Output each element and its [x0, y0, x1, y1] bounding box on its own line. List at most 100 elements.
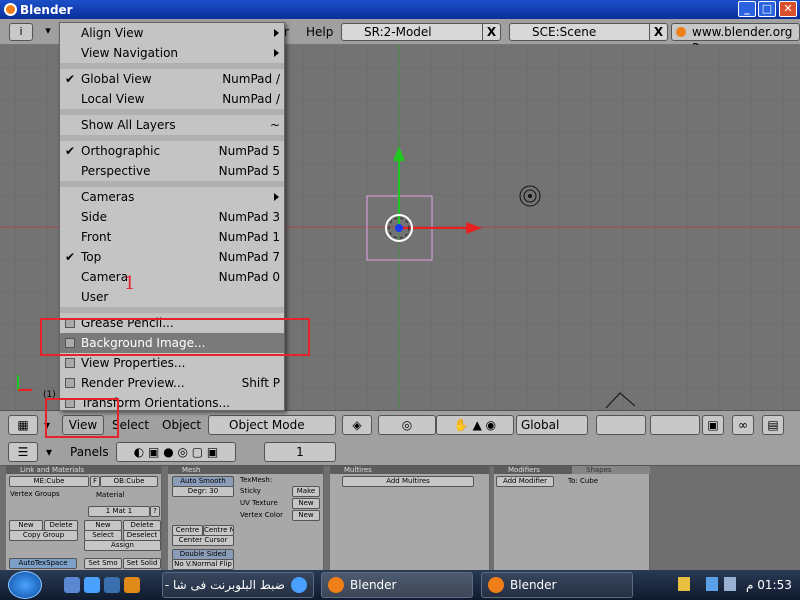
view-menu-item-global-view[interactable]: ✔ Global View NumPad /: [60, 69, 284, 89]
copy-group-button[interactable]: Copy Group: [9, 530, 78, 541]
editor-type-grid-icon[interactable]: ▦: [8, 415, 38, 435]
system-tray: 01:53 م: [660, 570, 800, 600]
draw-type-icon[interactable]: ◈: [342, 415, 372, 435]
view-menu-item-camera[interactable]: Camera NumPad 0: [60, 267, 284, 287]
texmesh-label: TexMesh:: [240, 476, 273, 484]
autotexspace-toggle[interactable]: AutoTexSpace: [9, 558, 77, 569]
object-origin: [395, 224, 403, 232]
taskbar-blender-task-1[interactable]: Blender: [321, 572, 473, 598]
menu-item-shortcut: NumPad 5: [218, 144, 280, 158]
mesh-name-field[interactable]: ME:Cube: [9, 476, 89, 487]
frame-number-field[interactable]: 1: [264, 442, 336, 462]
collapse-arrow-icon[interactable]: ▾: [46, 445, 52, 459]
delete-screen-icon[interactable]: X: [482, 24, 500, 40]
menu-item-shortcut: NumPad 7: [218, 250, 280, 264]
view-menu-item-render-preview[interactable]: Render Preview... Shift P: [60, 373, 284, 393]
checkbox-icon[interactable]: [65, 378, 75, 388]
volume-icon[interactable]: [724, 577, 736, 591]
center-cursor-button[interactable]: Center Cursor: [172, 535, 234, 546]
task-label: Blender: [510, 578, 557, 592]
minimize-button[interactable]: _: [738, 1, 756, 17]
material-help-button[interactable]: ?: [150, 506, 160, 517]
taskbar-blender-task-2[interactable]: Blender: [481, 572, 633, 598]
menu-help[interactable]: Help: [306, 25, 333, 39]
object-menu[interactable]: Object: [162, 418, 201, 432]
blender-url[interactable]: www.blender.org 2: [671, 23, 800, 55]
panels-menu[interactable]: Panels: [70, 445, 109, 459]
lock-icon[interactable]: ▣: [702, 415, 724, 435]
explorer-quicklaunch-icon[interactable]: [104, 577, 120, 593]
layer-buttons-2[interactable]: [650, 415, 700, 435]
sticky-make-button[interactable]: Make: [292, 486, 320, 497]
render-icon[interactable]: ▤: [762, 415, 784, 435]
uv-new-button[interactable]: New: [292, 498, 320, 509]
window-type-menu-icon[interactable]: i: [9, 23, 33, 41]
material-assign-button[interactable]: Assign: [84, 540, 161, 551]
scene-name: SCE:Scene: [532, 25, 597, 39]
add-modifier-button[interactable]: Add Modifier: [496, 476, 554, 487]
menu-item-label: Orthographic: [81, 144, 161, 158]
submenu-arrow-icon: [274, 29, 279, 37]
start-button[interactable]: [8, 571, 42, 599]
menu-item-label: Front: [81, 230, 112, 244]
view-menu-item-cameras[interactable]: Cameras: [60, 187, 284, 207]
set-smooth-button[interactable]: Set Smo: [84, 558, 122, 569]
blender-logo-icon: [4, 3, 17, 16]
view-menu-item-orthographic[interactable]: ✔ Orthographic NumPad 5: [60, 141, 284, 161]
clock[interactable]: 01:53 م: [746, 578, 792, 592]
view-menu-item-front[interactable]: Front NumPad 1: [60, 227, 284, 247]
link-icon[interactable]: ∞: [732, 415, 754, 435]
ie-quicklaunch-icon[interactable]: [84, 577, 100, 593]
view-menu-item-top[interactable]: ✔ Top NumPad 7: [60, 247, 284, 267]
view-menu-item-perspective[interactable]: Perspective NumPad 5: [60, 161, 284, 181]
menu-item-label: Local View: [81, 92, 145, 106]
layer-buttons-1[interactable]: [596, 415, 646, 435]
view-menu-item-align-view[interactable]: Align View: [60, 23, 284, 43]
checkbox-icon[interactable]: [65, 358, 75, 368]
taskbar-ie-task[interactable]: ضبط البلوبرنت فى شا - ...: [162, 572, 314, 598]
view-menu-item-user[interactable]: User: [60, 287, 284, 307]
scene-selector[interactable]: SCE:Scene X: [509, 23, 668, 41]
context-buttons[interactable]: ◐ ▣ ● ◎ ▢ ▣: [116, 442, 236, 462]
checkmark-icon: ✔: [65, 250, 76, 264]
vertex-color-new-button[interactable]: New: [292, 510, 320, 521]
set-solid-button[interactable]: Set Solid: [123, 558, 161, 569]
manipulator-buttons[interactable]: ✋ ▲ ◉: [436, 415, 514, 435]
collapse-menu-icon[interactable]: ▾: [40, 23, 56, 41]
view-menu-item-side[interactable]: Side NumPad 3: [60, 207, 284, 227]
view-menu-item-local-view[interactable]: Local View NumPad /: [60, 89, 284, 109]
delete-scene-icon[interactable]: X: [649, 24, 667, 40]
view-menu-item-show-all-layers[interactable]: Show All Layers ~: [60, 115, 284, 135]
buttons-window: ☰ ▾ Panels ◐ ▣ ● ◎ ▢ ▣ 1 Link and Materi…: [0, 438, 800, 570]
menu-item-label: Perspective: [81, 164, 151, 178]
pivot-point-icon[interactable]: ◎: [378, 415, 436, 435]
view-menu-item-view-navigation[interactable]: View Navigation: [60, 43, 284, 63]
3d-view-header: ▦ ▾ View Select Object Object Mode ◈ ◎ ✋…: [0, 410, 800, 438]
shapes-tab[interactable]: Shapes: [572, 466, 650, 474]
show-desktop-icon[interactable]: [64, 577, 80, 593]
media-player-icon[interactable]: [124, 577, 140, 593]
no-vnormal-flip-toggle[interactable]: No V.Normal Flip: [172, 559, 234, 570]
menu-item-label: Align View: [81, 26, 144, 40]
windows-taskbar: ضبط البلوبرنت فى شا - ... Blender Blende…: [0, 570, 800, 600]
highlight-box-view-menu: [45, 398, 119, 438]
maximize-button[interactable]: □: [758, 1, 776, 17]
material-slot[interactable]: 1 Mat 1: [88, 506, 150, 517]
close-button[interactable]: ✕: [779, 1, 797, 17]
network-icon[interactable]: [706, 577, 718, 591]
task-label: ضبط البلوبرنت فى شا - ...: [162, 578, 285, 592]
menu-item-label: Global View: [81, 72, 152, 86]
screen-selector[interactable]: SR:2-Model X: [341, 23, 501, 41]
add-multires-button[interactable]: Add Multires: [342, 476, 474, 487]
object-name-field[interactable]: OB:Cube: [100, 476, 158, 487]
degr-field[interactable]: Degr: 30: [172, 486, 234, 497]
window-title-bar: Blender _ □ ✕: [0, 0, 800, 19]
view-menu-item-view-properties[interactable]: View Properties...: [60, 353, 284, 373]
buttons-editor-type-icon[interactable]: ☰: [8, 442, 38, 462]
fake-user-button[interactable]: F: [90, 476, 100, 487]
mode-selector[interactable]: Object Mode: [208, 415, 336, 435]
tray-icon-1[interactable]: [678, 577, 690, 591]
orientation-selector[interactable]: Global: [516, 415, 588, 435]
blender-logo-icon: [676, 27, 686, 37]
panel-title: Link and Materials: [6, 466, 161, 474]
